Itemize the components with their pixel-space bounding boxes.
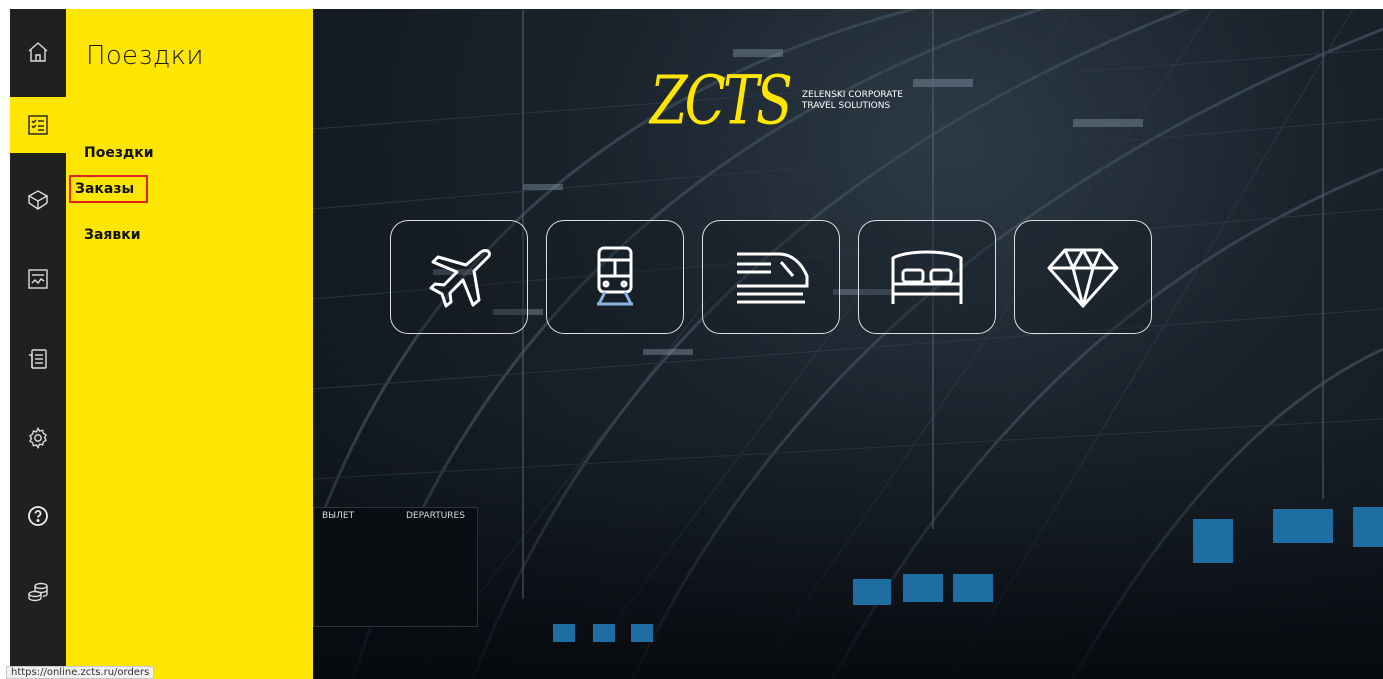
tile-trains[interactable] [546, 220, 684, 334]
help-icon [28, 506, 48, 526]
logo-line-1: ZELENSKI CORPORATE [801, 89, 903, 100]
bed-icon [891, 250, 963, 304]
gear-icon [29, 427, 47, 449]
logo-mark: ZCTS [650, 61, 793, 140]
high-speed-train-icon [737, 252, 809, 304]
document-icon [29, 349, 47, 369]
airplane-icon [429, 249, 491, 308]
logo-text: ZELENSKI CORPORATE TRAVEL SOLUTIONS [802, 90, 903, 112]
diamond-icon [1047, 248, 1119, 308]
rail-trips[interactable] [10, 97, 66, 153]
status-bar-url: https://online.zcts.ru/orders [6, 666, 155, 679]
icon-rail [10, 9, 66, 679]
departures-board: ВЫЛЕТ DEPARTURES [313, 507, 478, 627]
app-window: Поездки Поездки Заказы Заявки ВЫЛЕТ DEPA… [0, 0, 1383, 679]
rail-home[interactable] [10, 24, 66, 80]
board-title-ru: ВЫЛЕТ [322, 511, 355, 521]
hero-banner: ВЫЛЕТ DEPARTURES ZCTS ZELENSKI CORPORATE… [313, 9, 1383, 679]
rail-documents[interactable] [10, 331, 66, 387]
tile-express-trains[interactable] [702, 220, 840, 334]
tile-vip[interactable] [1014, 220, 1152, 334]
panel-title: Поездки [86, 41, 204, 71]
tile-flights[interactable] [390, 220, 528, 334]
board-title-en: DEPARTURES [406, 511, 465, 521]
cube-icon [27, 190, 49, 210]
rail-services[interactable] [10, 172, 66, 228]
home-icon [28, 42, 48, 62]
company-logo: ZCTS ZELENSKI CORPORATE TRAVEL SOLUTIONS [650, 61, 903, 140]
menu-item-orders[interactable]: Заказы [68, 175, 149, 203]
coins-icon [28, 582, 48, 602]
rail-help[interactable] [10, 488, 66, 544]
submenu-panel: Поездки Поездки Заказы Заявки [66, 9, 313, 679]
tile-hotels[interactable] [858, 220, 996, 334]
rail-reports[interactable] [10, 251, 66, 307]
rail-settings[interactable] [10, 410, 66, 466]
logo-line-2: TRAVEL SOLUTIONS [801, 100, 891, 111]
menu-item-trips[interactable]: Поездки [84, 145, 154, 161]
rail-finance[interactable] [10, 564, 66, 620]
service-tiles [390, 220, 1152, 334]
menu-item-requests[interactable]: Заявки [84, 227, 141, 243]
chart-icon [28, 269, 48, 289]
top-strip [0, 0, 1383, 9]
checklist-icon [28, 115, 48, 135]
train-icon [597, 246, 633, 306]
